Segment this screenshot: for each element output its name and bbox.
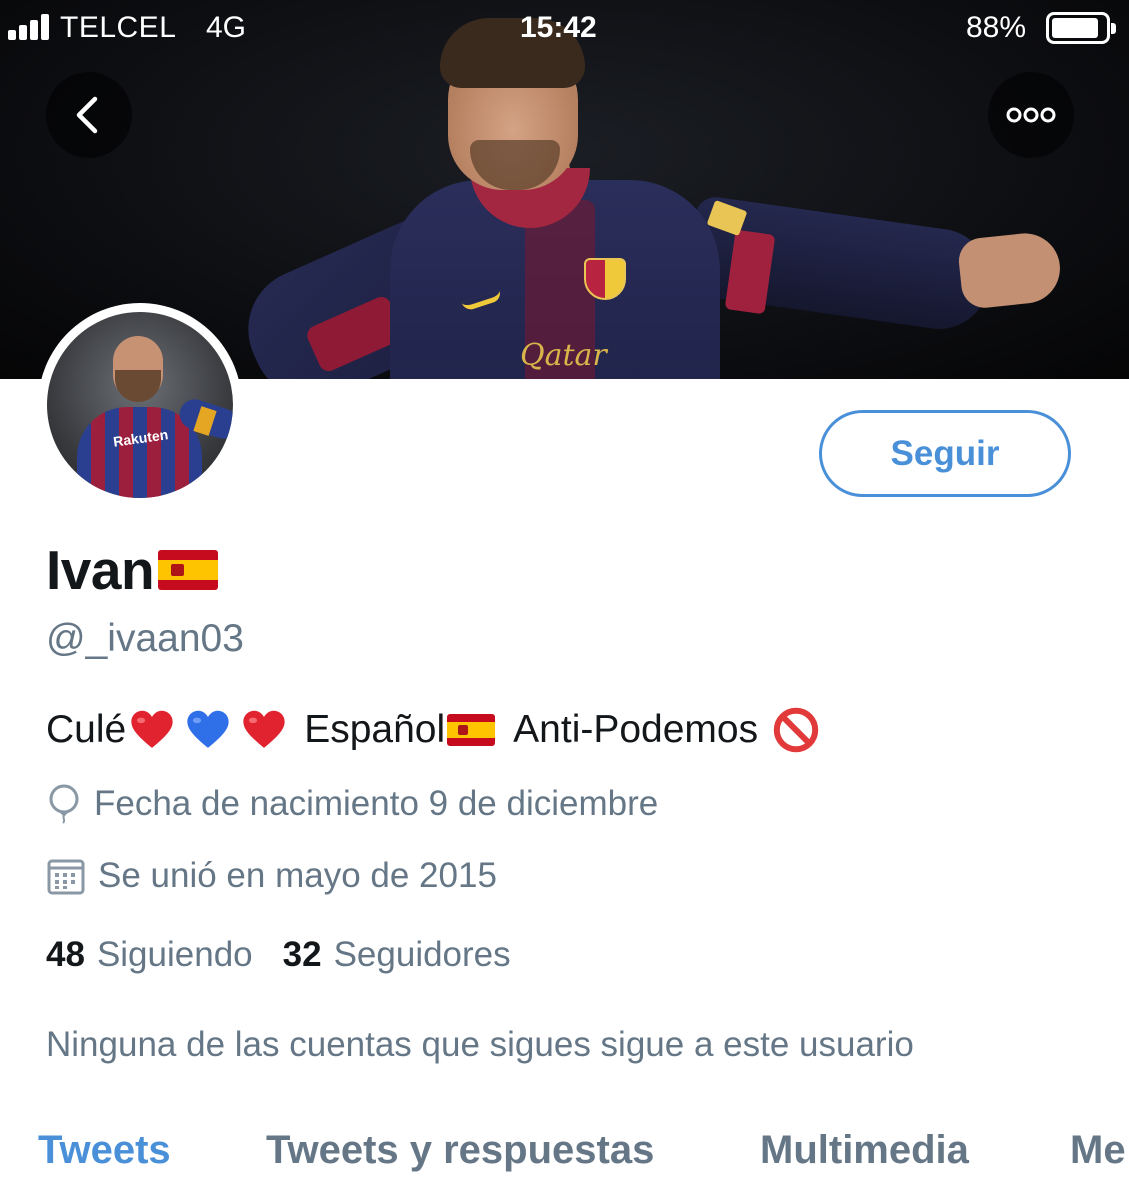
banner-photo-hand bbox=[956, 229, 1064, 311]
red-heart-icon bbox=[243, 710, 285, 748]
username-handle: @_ivaan03 bbox=[46, 617, 244, 660]
followers-link[interactable]: 32 Seguidores bbox=[283, 935, 511, 975]
spain-flag-icon bbox=[158, 550, 219, 590]
red-heart-icon bbox=[131, 710, 173, 748]
follow-button[interactable]: Seguir bbox=[819, 410, 1071, 497]
tab-tweets-and-replies[interactable]: Tweets y respuestas bbox=[266, 1128, 654, 1173]
profile-name-row: Ivan bbox=[46, 538, 219, 602]
status-time: 15:42 bbox=[520, 11, 597, 44]
followers-label: Seguidores bbox=[333, 935, 511, 974]
joined-row: Se unió en mayo de 2015 bbox=[46, 856, 497, 896]
tab-likes[interactable]: Me bbox=[1070, 1128, 1126, 1173]
joined-text: Se unió en mayo de 2015 bbox=[98, 856, 497, 895]
following-label: Siguiendo bbox=[96, 935, 253, 974]
birthday-row: Fecha de nacimiento 9 de diciembre bbox=[46, 784, 658, 824]
network-type: 4G bbox=[206, 11, 247, 44]
carrier-name: TELCEL bbox=[60, 11, 177, 44]
tab-media[interactable]: Multimedia bbox=[760, 1128, 969, 1173]
status-bar: TELCEL 4G 15:42 88% bbox=[0, 0, 1129, 56]
battery-percent: 88% bbox=[966, 11, 1027, 44]
following-link[interactable]: 48 Siguiendo bbox=[46, 935, 253, 975]
bio-text-anti-podemos: Anti-Podemos bbox=[513, 708, 759, 751]
profile-tabs: Tweets Tweets y respuestas Multimedia Me bbox=[0, 1100, 1129, 1200]
tab-tweets[interactable]: Tweets bbox=[38, 1128, 171, 1173]
avatar[interactable]: Rakuten bbox=[38, 303, 242, 507]
signal-strength-icon bbox=[8, 12, 49, 40]
follow-counts: 48 Siguiendo 32 Seguidores bbox=[46, 935, 511, 975]
bio-text-espanol: Español bbox=[304, 708, 446, 751]
chevron-left-icon bbox=[76, 96, 98, 134]
balloon-icon bbox=[49, 784, 79, 824]
display-name: Ivan bbox=[46, 539, 155, 601]
followers-count: 32 bbox=[282, 935, 322, 974]
blue-heart-icon bbox=[187, 710, 229, 748]
spain-flag-icon bbox=[447, 714, 496, 746]
bio-text-cule: Culé bbox=[46, 708, 127, 751]
club-crest-icon bbox=[584, 258, 626, 300]
more-horizontal-icon bbox=[1006, 107, 1056, 123]
banner-sponsor-text: Qatar bbox=[520, 338, 607, 373]
more-options-button[interactable] bbox=[988, 72, 1074, 158]
birthday-text: Fecha de nacimiento 9 de diciembre bbox=[94, 784, 659, 823]
following-count: 48 bbox=[46, 935, 85, 974]
avatar-photo: Rakuten bbox=[47, 312, 233, 498]
mutual-followers-text: Ninguna de las cuentas que sigues sigue … bbox=[46, 1025, 914, 1064]
no-entry-sign-icon bbox=[773, 707, 819, 753]
back-button[interactable] bbox=[46, 72, 132, 158]
profile-bio: Culé Español Anti-Podemos bbox=[46, 706, 820, 754]
calendar-icon bbox=[47, 859, 85, 895]
battery-icon bbox=[1046, 12, 1116, 44]
